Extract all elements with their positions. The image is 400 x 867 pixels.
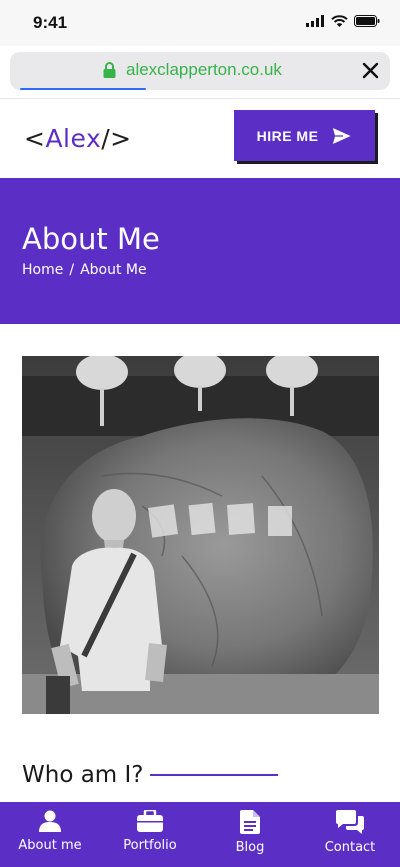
lock-icon: [103, 62, 116, 78]
logo-name: Alex: [45, 124, 102, 153]
hire-me-label: HIRE ME: [256, 127, 319, 144]
briefcase-icon: [137, 810, 163, 832]
photo-illustration: [22, 356, 379, 714]
tab-blog[interactable]: Blog: [200, 802, 300, 867]
status-bar: 9:41: [0, 0, 400, 46]
user-icon: [39, 810, 61, 832]
hire-me-button[interactable]: HIRE ME: [234, 110, 375, 161]
close-icon[interactable]: [361, 61, 380, 80]
logo-close: />: [101, 124, 132, 153]
tab-label: Portfolio: [123, 838, 177, 853]
bottom-nav: About me Portfolio Blog Contact: [0, 802, 400, 867]
send-icon: [332, 126, 353, 145]
tab-about-me[interactable]: About me: [0, 802, 100, 867]
address-bar[interactable]: alexclapperton.co.uk: [10, 52, 390, 90]
breadcrumb-current: About Me: [80, 262, 147, 278]
status-icons: [306, 15, 380, 27]
page-load-progress: [20, 88, 146, 90]
tab-portfolio[interactable]: Portfolio: [100, 802, 200, 867]
tab-label: About me: [18, 838, 82, 853]
chat-icon: [336, 810, 364, 834]
document-icon: [240, 810, 260, 834]
profile-photo: [22, 356, 379, 714]
wifi-icon: [331, 15, 348, 27]
breadcrumb-separator: /: [69, 262, 75, 278]
url-text[interactable]: alexclapperton.co.uk: [126, 60, 282, 80]
site-logo[interactable]: <Alex/>: [24, 124, 132, 153]
breadcrumb: Home / About Me: [22, 262, 147, 278]
section-heading: Who am I?: [22, 762, 278, 788]
who-heading-text: Who am I?: [22, 762, 144, 788]
status-time: 9:41: [33, 13, 68, 32]
divider: [0, 98, 400, 99]
breadcrumb-home[interactable]: Home: [22, 262, 63, 278]
heading-underline: [149, 774, 278, 776]
page-hero: About Me Home / About Me: [0, 178, 400, 324]
tab-contact[interactable]: Contact: [300, 802, 400, 867]
logo-open: <: [24, 124, 46, 153]
tab-label: Contact: [324, 840, 376, 855]
tab-label: Blog: [235, 840, 265, 855]
battery-icon: [354, 15, 380, 27]
signal-icon: [306, 15, 324, 27]
page-title: About Me: [22, 222, 160, 256]
